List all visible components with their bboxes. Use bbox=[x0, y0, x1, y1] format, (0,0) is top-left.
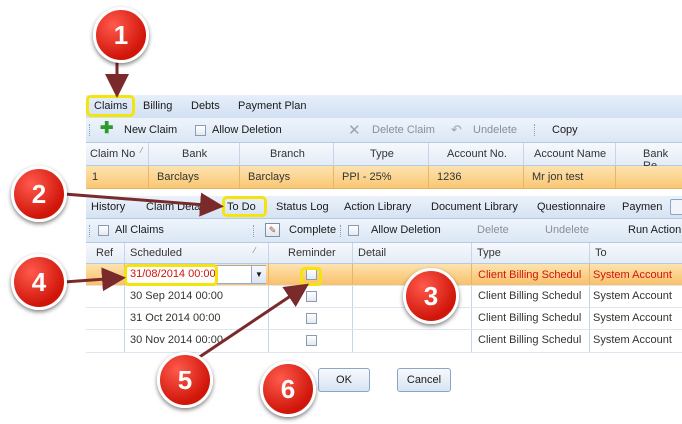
callout-1: 1 bbox=[93, 7, 149, 63]
annotation-arrows bbox=[63, 60, 309, 364]
arrow-4 bbox=[63, 267, 126, 292]
callout-4: 4 bbox=[11, 254, 67, 310]
arrow-2 bbox=[63, 192, 224, 217]
arrow-5 bbox=[191, 283, 309, 364]
callout-2: 2 bbox=[11, 166, 67, 222]
callout-6: 6 bbox=[260, 361, 316, 417]
callout-3: 3 bbox=[403, 268, 459, 324]
callout-5: 5 bbox=[157, 352, 213, 408]
